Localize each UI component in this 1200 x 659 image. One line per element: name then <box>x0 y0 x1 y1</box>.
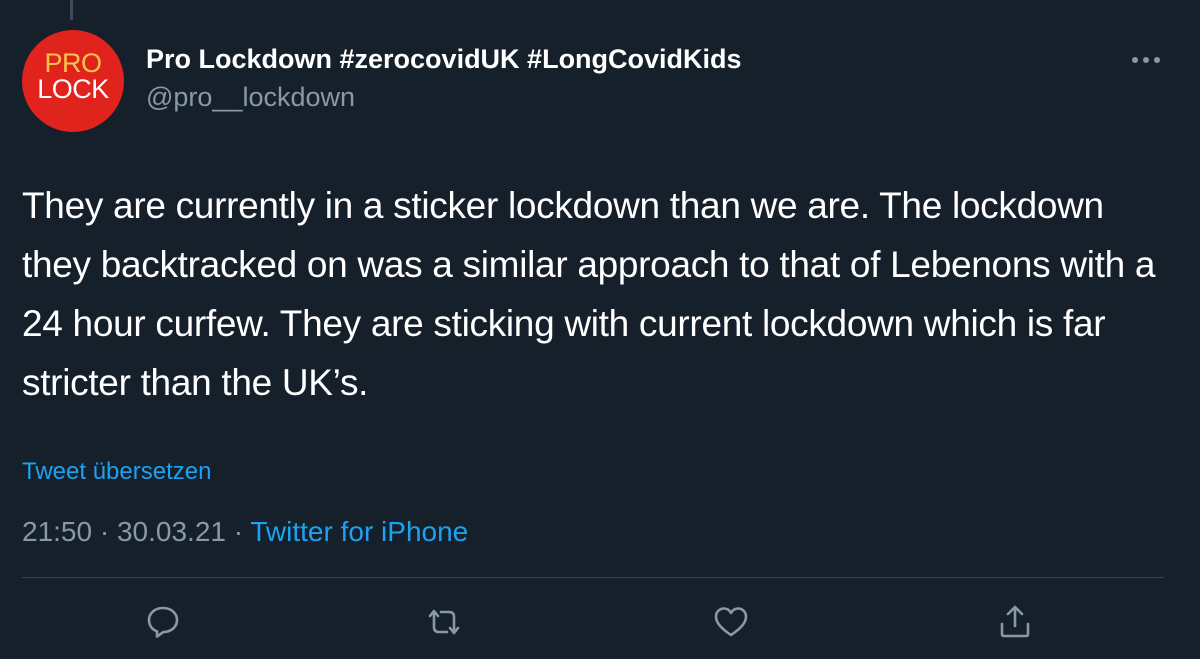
share-button[interactable] <box>995 602 1035 642</box>
retweet-icon <box>428 609 460 635</box>
tweet-date: 30.03.21 <box>116 516 226 547</box>
display-name[interactable]: Pro Lockdown #zerocovidUK #LongCovidKids <box>146 44 742 75</box>
avatar-logo-text: PRO LOCK <box>22 48 124 104</box>
reply-icon <box>147 606 179 638</box>
tweet-source-link[interactable]: Twitter for iPhone <box>250 516 468 547</box>
translate-tweet-link[interactable]: Tweet übersetzen <box>22 458 211 486</box>
meta-separator-1: · <box>92 516 117 547</box>
tweet-meta: 21:50 · 30.03.21 · Twitter for iPhone <box>22 516 468 548</box>
tweet-time: 21:50 <box>22 516 93 547</box>
avatar[interactable]: PRO LOCK <box>22 30 124 132</box>
avatar-line1: PRO <box>44 48 102 78</box>
thread-connector-line <box>70 0 73 20</box>
like-icon <box>714 607 748 637</box>
share-icon <box>1000 605 1030 638</box>
like-button[interactable] <box>711 602 751 642</box>
divider <box>22 577 1164 578</box>
reply-button[interactable] <box>143 602 183 642</box>
more-options-icon[interactable] <box>1128 48 1164 72</box>
meta-separator-2: · <box>225 516 251 547</box>
user-handle[interactable]: @pro__lockdown <box>146 82 355 113</box>
avatar-line2: LOCK <box>37 74 109 104</box>
retweet-button[interactable] <box>424 602 464 642</box>
tweet-text: They are currently in a sticker lockdown… <box>22 185 1156 403</box>
